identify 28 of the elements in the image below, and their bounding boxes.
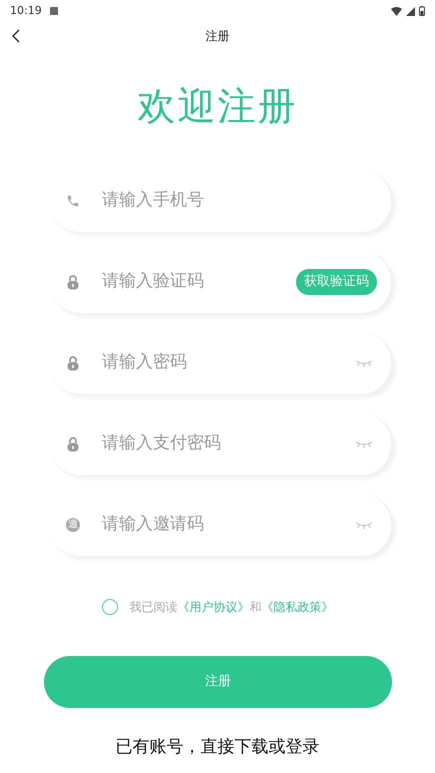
lock-icon — [67, 274, 79, 290]
eye-closed-icon[interactable] — [355, 359, 373, 367]
signal-icon — [406, 6, 415, 16]
agreement-text: 我已阅读《用户协议》和《隐私政策》 — [130, 599, 334, 616]
notification-icon — [50, 7, 58, 15]
get-code-button[interactable]: 获取验证码 — [296, 269, 377, 295]
invite-icon: 邀 — [66, 518, 80, 532]
register-button[interactable]: 注册 — [44, 656, 392, 708]
lock-icon — [67, 436, 79, 452]
phone-icon — [66, 194, 80, 208]
input-field[interactable]: 请输入邀请码 — [102, 512, 355, 538]
lock-icon — [67, 356, 79, 370]
user-agreement-link[interactable]: 《用户协议》 — [178, 600, 250, 614]
input-field[interactable]: 请输入密码 — [102, 350, 355, 376]
input-field[interactable]: 请输入手机号 — [102, 188, 377, 214]
wifi-icon — [391, 6, 402, 16]
input-field[interactable]: 请输入支付密码 — [102, 431, 355, 457]
input-field[interactable]: 请输入验证码 — [102, 269, 296, 295]
welcome-heading: 欢迎注册 — [138, 83, 298, 130]
battery-icon — [419, 6, 425, 16]
privacy-policy-link[interactable]: 《隐私政策》 — [262, 600, 334, 614]
eye-closed-icon[interactable] — [355, 440, 373, 448]
back-icon[interactable] — [12, 29, 20, 43]
page-title: 注册 — [206, 28, 230, 45]
eye-closed-icon[interactable] — [355, 521, 373, 529]
status-time: 10:19 — [10, 2, 42, 19]
login-prompt[interactable]: 已有账号，直接下载或登录 — [116, 735, 320, 760]
agreement-checkbox[interactable] — [102, 599, 118, 615]
